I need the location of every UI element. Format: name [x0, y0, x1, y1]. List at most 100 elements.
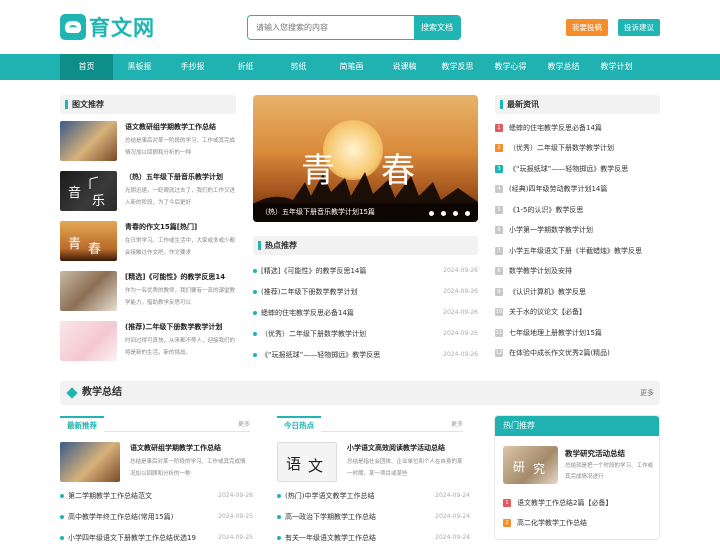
bullet-icon: [277, 536, 281, 540]
item-date: 2024-09-24: [435, 534, 470, 541]
list-item[interactable]: [精选]《可能性》的教学反思14篇 2024-09-26: [253, 265, 478, 277]
section-more-link[interactable]: 更多: [640, 381, 654, 405]
list-item[interactable]: 小学四年级语文下册教学工作总结优选19 2024-09-25: [60, 532, 253, 544]
feature-desc: 总结就是把一个时段的学习、工作或其完成情况进行: [565, 463, 654, 480]
feedback-button[interactable]: 投诉建议: [618, 19, 660, 36]
site-logo[interactable]: 育文网: [60, 12, 155, 42]
list-item[interactable]: 高一政治下学期教学工作总结 2024-09-24: [277, 511, 470, 523]
item-desc: 在日常学习、工作或生活中，大家或多或少都会接触过作文吧，作文要求: [125, 238, 236, 256]
list-item[interactable]: 高中教学年终工作总结(常用15篇) 2024-09-25: [60, 511, 253, 523]
news-item[interactable]: 1 蟋蟀的住宅教学反思必备14篇: [495, 122, 665, 134]
nav-item-summary[interactable]: 教学总结: [537, 54, 590, 80]
image-rec-item[interactable]: [精选]《可能性》的教学反思14 作为一名优秀的教师，我们要有一流的课堂教学能力…: [60, 271, 240, 313]
nav-item-origami[interactable]: 折纸: [219, 54, 272, 80]
thumbnail-image: [60, 442, 120, 482]
youth-image: 青春: [68, 237, 101, 257]
banner-carousel[interactable]: 青 春 （热）五年级下册音乐教学计划15篇: [253, 95, 478, 222]
nav-item-home[interactable]: 首页: [60, 54, 113, 80]
list-item[interactable]: 有关一年级语文教学工作总结 2024-09-24: [277, 532, 470, 544]
list-item[interactable]: 《“玩报纸球”——轻物掷远》教学反思 2024-09-26: [253, 349, 478, 361]
tab-today-hot[interactable]: 今日热点: [277, 416, 321, 432]
search-input[interactable]: [248, 16, 414, 39]
thumbnail-image: 语文: [277, 442, 337, 482]
news-item[interactable]: 5 《1-5的认识》教学反思: [495, 204, 665, 216]
item-desc: 光阴迅速，一眨眼就过去了，我们的工作又进入新的阶段，为了今后更好: [125, 188, 236, 206]
search-button[interactable]: 搜索文档: [414, 16, 460, 39]
bullet-icon: [60, 515, 64, 519]
news-item[interactable]: 9 《认识计算机》教学反思: [495, 286, 665, 298]
nav-item-papercut[interactable]: 剪纸: [272, 54, 325, 80]
news-title: （优秀）二年级下册数学教学计划: [509, 144, 614, 152]
rank-badge: 8: [495, 267, 503, 275]
news-title: 小学五年级语文下册《半截蜡烛》教学反思: [509, 247, 642, 255]
nav-item-plan[interactable]: 教学计划: [590, 54, 643, 80]
news-title: 小学第一学期数学教学计划: [509, 226, 593, 234]
news-item[interactable]: 8 数学教学计划及安排: [495, 265, 665, 277]
tab-latest[interactable]: 最新推荐: [60, 416, 104, 432]
image-rec-item[interactable]: 青春 青春的作文15篇[热门] 在日常学习、工作或生活中，大家或多或少都会接触过…: [60, 221, 240, 263]
list-item[interactable]: (推荐)二年级下册数学教学计划 2024-09-26: [253, 286, 478, 298]
feature-item[interactable]: 语文 小学语文高效阅读教学活动总结 总结是指社会团体、企业单位和个人在自身的某一…: [277, 442, 467, 484]
list-item[interactable]: 第二学期教学工作总结范文 2024-09-26: [60, 490, 253, 502]
item-title: [精选]《可能性》的教学反思14篇: [261, 267, 367, 275]
feature-item[interactable]: 语文教研组学期教学工作总结 总结是事后对某一阶段的学习、工作或其完成情况加以回顾…: [60, 442, 255, 484]
nav-item-reflection[interactable]: 教学反思: [431, 54, 484, 80]
news-item[interactable]: 7 小学五年级语文下册《半截蜡烛》教学反思: [495, 245, 665, 257]
news-item[interactable]: 2 （优秀）二年级下册数学教学计划: [495, 142, 665, 154]
logo-text: 育文网: [89, 16, 155, 40]
item-desc: 总结是事后对某一阶段的学习、工作或其完成情况加以回顾和分析的一种: [130, 459, 246, 477]
music-image: 音乐: [68, 176, 105, 209]
item-title: [精选]《可能性》的教学反思14: [125, 273, 226, 281]
image-rec-item[interactable]: (推荐)二年级下册数学教学计划 时间过得可真快，从来都不等人，迎接我们的将是新的…: [60, 321, 240, 363]
svg-text:音: 音: [68, 185, 81, 201]
nav-item-experience[interactable]: 教学心得: [484, 54, 537, 80]
image-rec-item[interactable]: 语文教研组学期教学工作总结 总结是事后对某一阶段的学习、工作或其完成情况加以回顾…: [60, 121, 240, 163]
diamond-icon: [66, 387, 78, 399]
news-title: 《“玩报纸球”——轻物掷远》教学反思: [509, 165, 629, 173]
news-item[interactable]: 12 在体验中成长作文优秀2篇(精品): [495, 347, 665, 359]
news-item[interactable]: 10 关于水的议论文【必备】: [495, 306, 665, 318]
svg-text:春: 春: [88, 242, 101, 257]
news-item[interactable]: 6 小学第一学期数学教学计划: [495, 224, 665, 236]
news-item[interactable]: 4 (经典)四年级劳动教学计划14篇: [495, 183, 665, 195]
rank-badge: 2: [495, 144, 503, 152]
nav-item-blackboard[interactable]: 黑板报: [113, 54, 166, 80]
carousel-dot[interactable]: [429, 211, 434, 216]
item-date: 2024-09-24: [435, 492, 470, 499]
carousel-dot[interactable]: [465, 211, 470, 216]
nav-item-lecture[interactable]: 说课稿: [378, 54, 431, 80]
news-item[interactable]: 11 七年级地理上册教学计划15篇: [495, 327, 665, 339]
image-recs-heading: 图文推荐: [60, 95, 236, 114]
carousel-dot[interactable]: [453, 211, 458, 216]
thumbnail-image: [60, 121, 117, 161]
submit-article-button[interactable]: 我要投稿: [566, 19, 608, 36]
col1-more-link[interactable]: 更多: [238, 419, 250, 428]
popular-box: 热门推荐 研究 教学研究活动总结 总结就是把一个时段的学习、工作或其完成情况进行…: [494, 415, 660, 540]
carousel-dot[interactable]: [441, 211, 446, 216]
item-title: 小学语文高效阅读教学活动总结: [347, 444, 445, 452]
thumbnail-image: [60, 321, 117, 361]
list-item[interactable]: (热门)中学语文教学工作总结 2024-09-24: [277, 490, 470, 502]
main-nav: 首页 黑板报 手抄报 折纸 剪纸 简笔画 说课稿 教学反思 教学心得 教学总结 …: [0, 54, 720, 80]
news-item[interactable]: 3 《“玩报纸球”——轻物掷远》教学反思: [495, 163, 665, 175]
rank-badge: 12: [495, 349, 503, 357]
svg-text:青: 青: [68, 237, 81, 252]
item-title: 《“玩报纸球”——轻物掷远》教学反思: [261, 351, 381, 359]
feature-title[interactable]: 教学研究活动总结: [565, 448, 625, 459]
nav-item-handcopy[interactable]: 手抄报: [166, 54, 219, 80]
col2-more-link[interactable]: 更多: [451, 419, 463, 428]
image-rec-item[interactable]: 音乐 （热）五年级下册音乐教学计划 光阴迅速，一眨眼就过去了，我们的工作又进入新…: [60, 171, 240, 213]
svg-text:语: 语: [286, 455, 301, 473]
nav-item-sketch[interactable]: 简笔画: [325, 54, 378, 80]
thumbnail-image: [60, 271, 117, 311]
item-desc: 总结是事后对某一阶段的学习、工作或其完成情况加以回顾和分析的一种: [125, 138, 236, 156]
bullet-icon: [60, 494, 64, 498]
item-date: 2024-09-25: [218, 534, 253, 541]
list-item[interactable]: 蟋蟀的住宅教学反思必备14篇 2024-09-26: [253, 307, 478, 319]
list-item[interactable]: （优秀）二年级下册数学教学计划 2024-09-26: [253, 328, 478, 340]
rank-badge: 6: [495, 226, 503, 234]
popular-item[interactable]: 2 高二化学教学工作总结: [503, 518, 587, 528]
col1-tabs: 最新推荐 更多: [60, 416, 250, 432]
bullet-icon: [253, 332, 257, 336]
popular-item[interactable]: 1 语文教学工作总结2篇【必备】: [503, 498, 612, 508]
